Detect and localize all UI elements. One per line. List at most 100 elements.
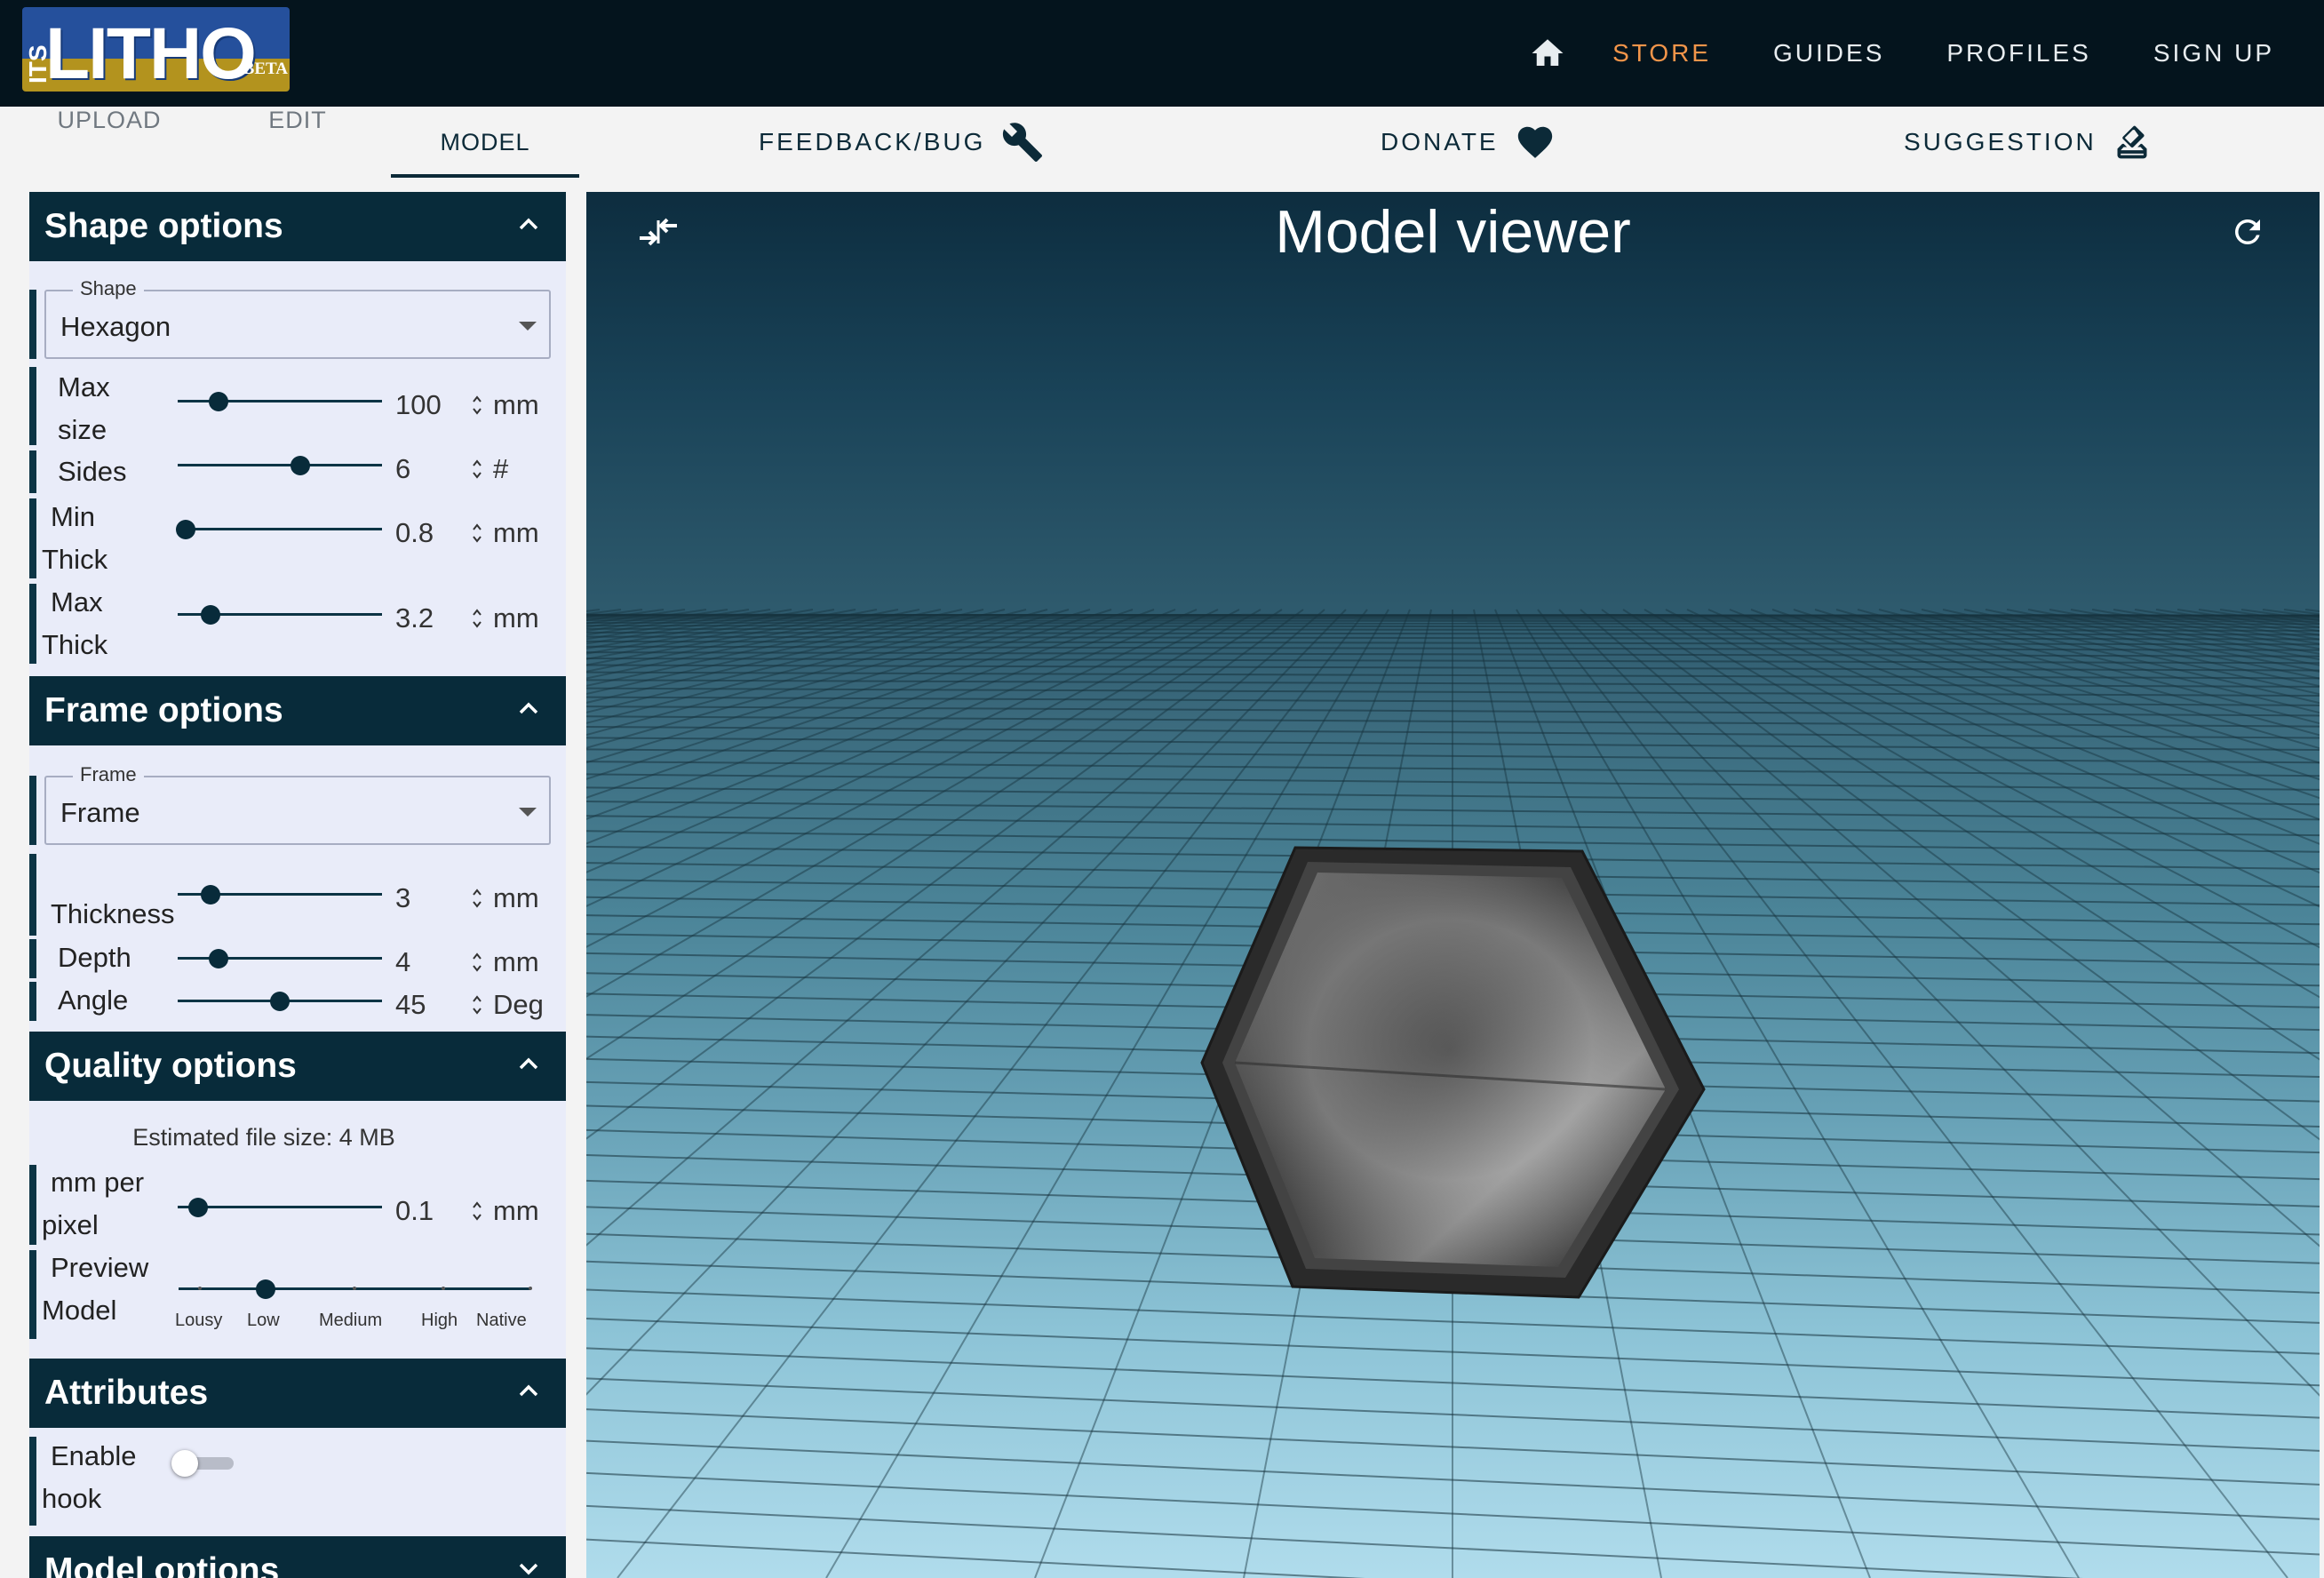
grid-line — [1857, 609, 2320, 737]
spinner-arrows-icon[interactable] — [471, 886, 483, 911]
max-thick-value[interactable]: 3.2 — [395, 602, 434, 634]
frame-depth-value[interactable]: 4 — [395, 946, 410, 978]
max-size-value[interactable]: 100 — [395, 389, 442, 421]
chevron-up-icon[interactable] — [518, 701, 539, 715]
chevron-up-icon[interactable] — [518, 1383, 539, 1398]
preview-quality-slider[interactable] — [179, 1279, 532, 1299]
estimated-file-size: Estimated file size: 4 MB — [132, 1124, 395, 1151]
donate-label: DONATE — [1381, 128, 1499, 155]
chevron-down-icon[interactable] — [518, 1561, 539, 1575]
nav-store[interactable]: STORE — [1612, 39, 1711, 68]
logo-beta-text: BETA — [243, 60, 288, 78]
slider-knob[interactable] — [209, 949, 228, 968]
grid-line — [2219, 609, 2320, 626]
sides-label: Sides — [58, 456, 127, 487]
quality-options-header[interactable]: Quality options — [29, 1032, 566, 1101]
frame-angle-value[interactable]: 45 — [395, 989, 426, 1021]
heart-icon — [1517, 126, 1552, 158]
max-size-label: Max size — [58, 371, 110, 445]
slider-knob[interactable] — [209, 392, 228, 411]
spinner-arrows-icon[interactable] — [471, 393, 483, 418]
spinner-arrows-icon[interactable] — [471, 457, 483, 482]
refresh-icon[interactable] — [2229, 213, 2266, 251]
hexagon-model[interactable] — [1200, 846, 1706, 1299]
ballot-box-icon — [2117, 125, 2147, 159]
grid-line — [2049, 609, 2320, 661]
grid-line — [586, 609, 1283, 1060]
home-icon[interactable] — [1529, 35, 1566, 72]
sides-value[interactable]: 6 — [395, 453, 410, 485]
sides-slider[interactable] — [178, 456, 382, 475]
shape-select-value: Hexagon — [60, 311, 171, 342]
frame-thickness-label: Thickness — [51, 898, 175, 929]
shape-select[interactable]: Shape Hexagon — [44, 277, 551, 359]
itslitho-logo[interactable]: ITS LITHO BETA — [22, 7, 290, 92]
nav-profiles[interactable]: PROFILES — [1946, 39, 2090, 68]
slider-knob[interactable] — [200, 605, 220, 625]
enable-hook-label: Enable hook — [42, 1440, 137, 1514]
enable-hook-toggle[interactable] — [171, 1450, 234, 1477]
slider-knob[interactable] — [270, 992, 290, 1011]
slider-knob[interactable] — [290, 456, 310, 475]
frame-thickness-value[interactable]: 3 — [395, 882, 410, 914]
grid-line — [586, 609, 1027, 724]
toggle-knob[interactable] — [171, 1450, 198, 1477]
feedback-bug-button[interactable]: FEEDBACK/BUG — [759, 107, 1044, 178]
slider-tick — [529, 1287, 532, 1290]
spinner-arrows-icon[interactable] — [471, 1199, 483, 1223]
nav-guides[interactable]: GUIDES — [1773, 39, 1884, 68]
nav-signup[interactable]: SIGN UP — [2153, 39, 2274, 68]
mm-per-pixel-slider[interactable] — [178, 1198, 382, 1217]
grid-line — [586, 609, 899, 673]
tab-edit[interactable]: EDIT — [213, 107, 382, 178]
frame-options-header[interactable]: Frame options — [29, 676, 566, 745]
spinner-arrows-icon[interactable] — [471, 950, 483, 975]
grid-line — [2027, 609, 2320, 666]
spinner-arrows-icon[interactable] — [471, 992, 483, 1017]
spinner-arrows-icon[interactable] — [471, 521, 483, 546]
mm-per-pixel-unit: mm — [493, 1195, 539, 1226]
tab-upload[interactable]: UPLOAD — [29, 107, 189, 178]
tab-bar: UPLOAD EDIT MODEL FEEDBACK/BUG DONATE SU… — [0, 107, 2324, 178]
tab-model[interactable]: MODEL — [391, 107, 579, 178]
sides-unit: # — [493, 453, 509, 484]
max-size-slider[interactable] — [178, 392, 382, 411]
slider-knob[interactable] — [188, 1198, 208, 1217]
suggestion-button[interactable]: SUGGESTION — [1904, 107, 2152, 178]
frame-angle-label: Angle — [58, 984, 129, 1016]
quality-level-native: Native — [476, 1311, 527, 1330]
frame-thickness-slider[interactable] — [178, 885, 382, 905]
donate-button[interactable]: DONATE — [1381, 107, 1556, 178]
feedback-bug-label: FEEDBACK/BUG — [759, 128, 986, 155]
slider-knob[interactable] — [200, 885, 220, 905]
frame-select[interactable]: Frame Frame — [44, 763, 551, 845]
slider-knob[interactable] — [256, 1279, 275, 1299]
frame-angle-slider[interactable] — [178, 992, 382, 1011]
model-viewer[interactable]: Model viewer — [586, 192, 2320, 1578]
mm-per-pixel-value[interactable]: 0.1 — [395, 1195, 434, 1227]
model-options-header[interactable]: Model options — [29, 1536, 566, 1578]
grid-line — [1835, 609, 2320, 750]
spinner-arrows-icon[interactable] — [471, 606, 483, 631]
chevron-up-icon[interactable] — [518, 217, 539, 231]
min-thick-value[interactable]: 0.8 — [395, 517, 434, 549]
slider-knob[interactable] — [176, 520, 196, 539]
collapse-arrows-icon[interactable] — [638, 217, 679, 247]
quality-options-body: Estimated file size: 4 MB mm per pixel 0.… — [29, 1101, 566, 1359]
max-thick-slider[interactable] — [178, 605, 382, 625]
slider-tick — [353, 1287, 356, 1290]
chevron-up-icon[interactable] — [518, 1056, 539, 1071]
attributes-header[interactable]: Attributes — [29, 1359, 566, 1428]
ground-grid — [586, 609, 2320, 1578]
grid-line — [2304, 609, 2320, 613]
max-thick-unit: mm — [493, 602, 539, 634]
slider-tick — [442, 1287, 445, 1290]
grid-line — [2006, 609, 2320, 673]
frame-angle-unit: Deg — [493, 989, 544, 1020]
grid-line — [586, 609, 1048, 737]
shape-options-header[interactable]: Shape options — [29, 192, 566, 261]
frame-thickness-unit: mm — [493, 882, 539, 913]
frame-depth-slider[interactable] — [178, 949, 382, 968]
attributes-body: Enable hook — [29, 1428, 566, 1536]
min-thick-slider[interactable] — [176, 520, 382, 539]
